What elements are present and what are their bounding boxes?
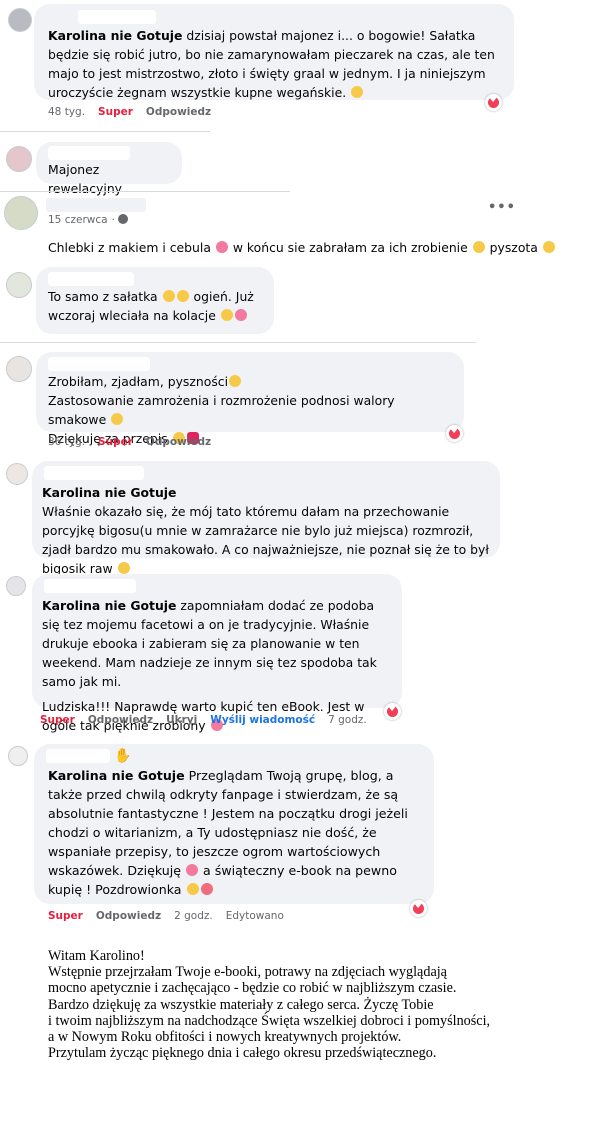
avatar[interactable] [6, 356, 32, 382]
divider [0, 342, 476, 343]
tulip-emoji-icon [200, 883, 213, 895]
letter-line: Bardzo dziękuję za wszystkie materiały z… [48, 996, 434, 1013]
author-name-redacted [48, 272, 134, 286]
grinning-emoji-icon [351, 86, 364, 98]
heart-eyes-emoji-icon [186, 864, 199, 876]
comment-bubble: Karolina nie Gotuje Właśnie okazało się,… [32, 461, 500, 576]
blush-emoji-icon [186, 883, 199, 895]
comment-time[interactable]: 36 tyg. [48, 436, 85, 448]
comment-author[interactable]: Karolina nie Gotuje [42, 598, 176, 613]
comment-actions: Super Odpowiedz 2 godz. Edytowano [48, 910, 297, 922]
heart-reaction-icon[interactable] [485, 94, 502, 111]
globe-icon [118, 214, 129, 224]
thank-you-letter: Witam Karolino! Wstępnie przejrzałam Two… [48, 948, 588, 1061]
reaction-super[interactable]: Super [40, 714, 75, 726]
letter-line: i twoim najbliższym na nadchodzące Święt… [48, 1012, 491, 1029]
heart-reaction-icon[interactable] [410, 900, 427, 917]
yum-emoji-icon [162, 290, 175, 302]
comment-bubble: Majonez rewelacyjny [36, 142, 182, 196]
more-options-icon[interactable]: ••• [488, 200, 516, 215]
comment-time[interactable]: 2 godz. [174, 910, 213, 922]
avatar[interactable] [8, 8, 32, 32]
comment-actions: 36 tyg. Super Odpowiedz [48, 436, 224, 448]
laughing-emoji-icon [220, 309, 233, 321]
comment-text: To samo z sałatka [48, 289, 158, 304]
comment-bubble: Karolina nie Gotuje zapomniałam dodać ze… [32, 574, 402, 733]
hide-link[interactable]: Ukryj [166, 714, 197, 726]
comment-bubble: Karolina nie Gotuje Przeglądam Twoją gru… [34, 744, 434, 904]
letter-line: Wstępnie przejrzałam Twoje e-booki, potr… [48, 964, 447, 981]
letter-line: Przytulam życząc pięknego dnia i całego … [48, 1045, 437, 1062]
reaction-super[interactable]: Super [98, 106, 133, 118]
edited-label: Edytowano [225, 910, 284, 922]
reaction-super[interactable]: Super [48, 910, 83, 922]
post-date: 15 czerwca · [48, 214, 141, 226]
yum-emoji-icon [542, 241, 555, 253]
reply-link[interactable]: Odpowiedz [96, 910, 161, 922]
post-text-part: w końcu sie zabrałam za ich zrobienie [232, 240, 468, 255]
grinning-emoji-icon [229, 375, 242, 387]
comment-text: Zrobiłam, zjadłam, pyszności [48, 374, 229, 389]
author-name-redacted [44, 466, 144, 480]
comment-time[interactable]: 48 tyg. [48, 106, 85, 118]
reaction-super[interactable]: Super [98, 436, 133, 448]
avatar[interactable] [6, 146, 32, 172]
avatar[interactable] [6, 576, 26, 596]
author-name-redacted [46, 749, 110, 763]
post-text: Chlebki z makiem i cebula w końcu sie za… [48, 238, 556, 257]
heart-reaction-icon[interactable] [384, 703, 401, 720]
avatar[interactable] [6, 463, 28, 485]
waving-hand-icon: ✋ [114, 748, 132, 764]
avatar[interactable] [6, 272, 32, 298]
comment-time[interactable]: 7 godz. [328, 714, 367, 726]
comment-actions: Super Odpowiedz Ukryj Wyślij wiadomość 7 god… [40, 714, 380, 726]
comment-text: wczoraj wleciała na kolacje [48, 308, 216, 323]
comment-bubble: To samo z sałatka ogień. Już wczoraj wle… [36, 267, 274, 334]
avatar[interactable] [8, 746, 28, 766]
author-name-redacted [44, 579, 136, 593]
comment-author[interactable]: Karolina nie Gotuje [48, 28, 182, 43]
letter-line: mocno apetycznie i zachęcająco - będzie … [48, 980, 457, 997]
comment-text: Właśnie okazało się, że mój tato któremu… [42, 504, 489, 576]
yum-emoji-icon [176, 290, 189, 302]
comment-actions: 48 tyg. Super Odpowiedz [48, 106, 224, 118]
author-name-redacted [48, 146, 130, 160]
send-message-link[interactable]: Wyślij wiadomość [210, 714, 315, 726]
author-name-redacted [78, 10, 156, 24]
post-date-text[interactable]: 15 czerwca [48, 214, 108, 226]
letter-line: a w Nowym Roku obfitości i nowych kreaty… [48, 1029, 402, 1046]
letter-line: Witam Karolino! [48, 948, 145, 964]
heart-eyes-emoji-icon [215, 241, 228, 253]
smile-emoji-icon [111, 413, 124, 425]
comment-author[interactable]: Karolina nie Gotuje [48, 768, 185, 783]
comment-text: Przeglądam Twoją grupę, blog, a także pr… [48, 768, 408, 878]
smiling-hearts-emoji-icon [234, 309, 247, 321]
author-name-redacted [46, 198, 146, 212]
author-name-redacted [48, 357, 150, 371]
reply-link[interactable]: Odpowiedz [146, 106, 211, 118]
laughing-emoji-icon [472, 241, 485, 253]
comment-text: Zastosowanie zamrożenia i rozmrożenie po… [48, 393, 395, 427]
divider [0, 191, 290, 192]
avatar[interactable] [4, 196, 38, 230]
reply-link[interactable]: Odpowiedz [146, 436, 211, 448]
divider [0, 131, 210, 132]
comment-bubble: Zrobiłam, zjadłam, pyszności Zastosowani… [36, 352, 464, 446]
comment-author[interactable]: Karolina nie Gotuje [42, 483, 490, 502]
heart-reaction-icon[interactable] [446, 425, 463, 442]
comment-bubble: Karolina nie Gotuje dzisiaj powstał majo… [34, 4, 514, 100]
laughing-emoji-icon [117, 562, 130, 574]
post-text-part: pyszota [489, 240, 538, 255]
comment-text: ogień. Już [193, 289, 254, 304]
post-text-part: Chlebki z makiem i cebula [48, 240, 211, 255]
reply-link[interactable]: Odpowiedz [88, 714, 153, 726]
